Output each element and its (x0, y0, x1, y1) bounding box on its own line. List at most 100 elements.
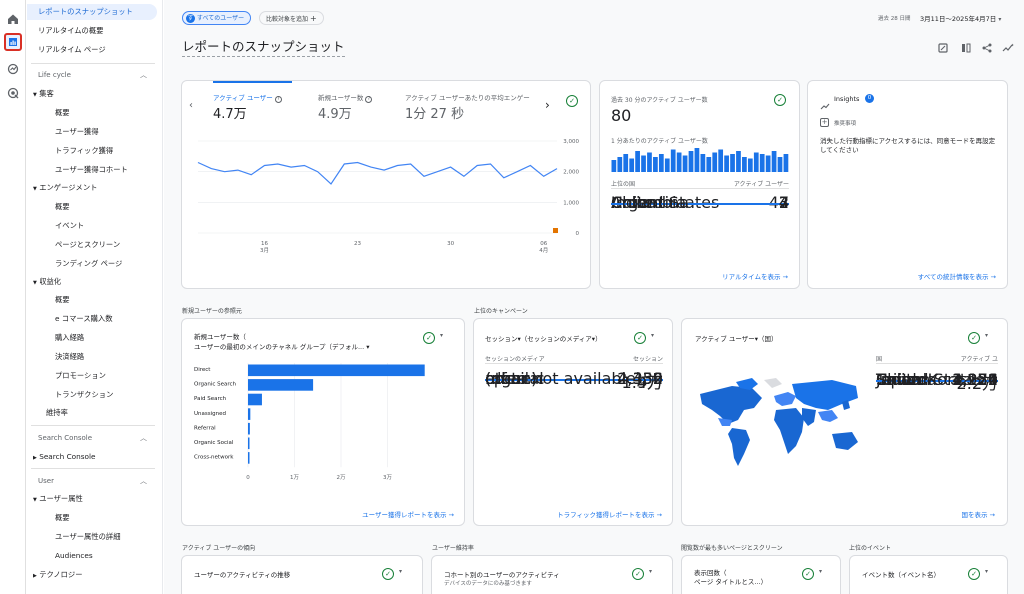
caret-down-icon[interactable]: ▾ (985, 568, 988, 575)
data-quality-check-icon[interactable]: ✓ (566, 95, 578, 107)
nav-mon-item-3[interactable]: 決済経路 (27, 349, 157, 365)
page-title-dimension[interactable]: ページ タイトルとス...） (694, 578, 767, 586)
top-events-card: イベント数（イベント名） ✓ ▾ (849, 555, 1008, 594)
home-icon[interactable] (4, 10, 22, 28)
explore-icon[interactable] (4, 60, 22, 78)
nav-acq-item-1[interactable]: ユーザー獲得 (27, 124, 157, 140)
nav-mon-item-5[interactable]: トランザクション (27, 387, 157, 403)
data-quality-check-icon[interactable]: ✓ (632, 568, 644, 580)
channel-bar[interactable] (248, 379, 314, 391)
nav-realtime-overview[interactable]: リアルタイムの概要 (27, 23, 157, 39)
nav-eng-item-2[interactable]: ページとスクリーン (27, 237, 157, 253)
nav-eng-item-1[interactable]: イベント (27, 218, 157, 234)
reports-icon[interactable] (4, 33, 22, 51)
per-minute-bar-chart (611, 148, 789, 172)
compare-columns-icon[interactable] (961, 38, 971, 53)
nav-section-search-console[interactable]: Search Console ︿ (27, 430, 157, 446)
top-pages-card: 表示回数（ ページ タイトルとス...） ✓ ▾ (681, 555, 841, 594)
share-icon[interactable] (982, 38, 992, 53)
all-users-chip[interactable]: す すべてのユーザー (182, 11, 252, 25)
chevron-left-icon[interactable]: ‹ (189, 100, 193, 111)
tab-new-users[interactable]: 新規ユーザー数 ? (318, 92, 373, 103)
channel-bar[interactable] (248, 452, 250, 464)
caret-down-icon[interactable]: ▾ (819, 568, 822, 575)
nav-mon-item-5-label: トランザクション (55, 390, 114, 399)
per-minute-bar (664, 158, 670, 172)
data-quality-check-icon[interactable]: ✓ (634, 332, 646, 344)
tab-avg-engagement[interactable]: アクティブ ユーザーあたりの平均エンゲー (405, 92, 543, 102)
arrow-right-icon: → (989, 511, 995, 519)
channel-bar[interactable] (248, 437, 250, 450)
nav-ua-item-1[interactable]: ユーザー属性の詳細 (27, 529, 157, 545)
caret-down-icon[interactable]: ▾ (649, 568, 652, 575)
nav-group-monetization[interactable]: ▼ 収益化 (27, 274, 157, 290)
sessions-medium-title[interactable]: セッション▾（セッションのメディア▾） (485, 333, 620, 343)
country-chart-title[interactable]: アクティブ ユーザー▾（国） (695, 333, 777, 343)
nav-group-technology[interactable]: ▶ テクノロジー (27, 567, 157, 583)
caret-down-icon[interactable]: ▾ (440, 332, 443, 339)
data-quality-check-icon[interactable]: ✓ (968, 568, 980, 580)
help-icon[interactable]: ? (274, 96, 282, 103)
channel-bar[interactable] (248, 422, 250, 435)
nav-report-snapshot[interactable]: レポートのスナップショット (27, 4, 157, 20)
data-quality-check-icon[interactable]: ✓ (968, 332, 980, 344)
nav-section-user[interactable]: User ︿ (27, 473, 157, 489)
channel-bar[interactable] (248, 408, 251, 420)
nav-mon-item-2[interactable]: 購入経路 (27, 330, 157, 346)
chevron-right-icon[interactable]: › (545, 98, 550, 112)
nav-mon-item-1[interactable]: e コマース購入数 (27, 311, 157, 327)
view-all-insights-link[interactable]: すべての統計情報を表示 → (918, 271, 996, 281)
nav-realtime-pages[interactable]: リアルタイム ページ (27, 42, 157, 58)
user-retention-card: コホート別のユーザーのアクティビティ デバイスのデータにのみ基づきます ✓ ▾ (431, 555, 673, 594)
nav-mon-item-3-label: 決済経路 (55, 352, 85, 361)
caret-down-icon[interactable]: ▾ (399, 568, 402, 575)
view-traffic-report-link[interactable]: トラフィック獲得レポートを表示 → (557, 509, 662, 519)
tab-active-users[interactable]: アクティブ ユーザー ? (213, 92, 282, 103)
nav-group-acquisition[interactable]: ▼ 集客 (27, 86, 157, 102)
nav-acq-item-0[interactable]: 概要 (27, 105, 157, 121)
data-quality-check-icon[interactable]: ✓ (774, 94, 786, 106)
nav-mon-item-0[interactable]: 概要 (27, 292, 157, 308)
channel-group-dimension[interactable]: ユーザーの最初のメインのチャネル グループ（デフォル... (194, 343, 364, 351)
nav-retention[interactable]: 維持率 (27, 405, 157, 421)
view-realtime-link[interactable]: リアルタイムを表示 → (722, 271, 788, 281)
nav-acq-item-2[interactable]: トラフィック獲得 (27, 143, 157, 159)
event-count-title[interactable]: イベント数（イベント名） (862, 569, 940, 579)
customize-report-icon[interactable] (938, 38, 948, 53)
nav-ua-item-0[interactable]: 概要 (27, 510, 157, 526)
per-minute-bar (747, 158, 753, 172)
channel-bar[interactable] (248, 364, 425, 377)
data-quality-check-icon[interactable]: ✓ (382, 568, 394, 580)
nav-mon-item-4[interactable]: プロモーション (27, 368, 157, 384)
view-countries-link[interactable]: 国を表示 → (961, 509, 995, 519)
caret-down-icon[interactable]: ▾ (985, 332, 988, 339)
arrow-right-icon: → (448, 511, 454, 519)
help-icon[interactable]: ? (365, 96, 373, 103)
add-comparison-button[interactable]: 比較対象を追加 + (259, 11, 324, 25)
nav-group-search-console[interactable]: ▶ Search Console (27, 449, 157, 465)
view-countries-label: 国を表示 (961, 511, 988, 519)
view-acquisition-report-link[interactable]: ユーザー獲得レポートを表示 → (362, 509, 454, 519)
nav-section-lifecycle[interactable]: Life cycle ︿ (27, 67, 157, 83)
realtime-country-table: United States 42 China 7 Argentina 4 Colombia 4… (611, 192, 789, 267)
insights-sparkline-icon[interactable] (1002, 38, 1014, 52)
per-minute-bar (742, 157, 747, 172)
channel-bar[interactable] (248, 393, 262, 406)
caret-down-icon[interactable]: ▾ (651, 332, 654, 339)
nav-eng-item-0[interactable]: 概要 (27, 199, 157, 215)
category-label: Referral (194, 425, 216, 431)
nav-ua-item-2[interactable]: Audiences (27, 548, 157, 564)
nav-group-engagement[interactable]: ▼ エンゲージメント (27, 180, 157, 196)
data-quality-check-icon[interactable]: ✓ (802, 568, 814, 580)
nav-acq-item-3[interactable]: ユーザー獲得コホート (27, 162, 157, 178)
world-map (700, 378, 858, 466)
views-title: 表示回数（ ページ タイトルとス...） (694, 569, 767, 587)
anomaly-marker[interactable] (553, 228, 558, 233)
nav-eng-item-3[interactable]: ランディング ページ (27, 256, 157, 272)
data-quality-check-icon[interactable]: ✓ (423, 332, 435, 344)
nav-group-demographics[interactable]: ▼ ユーザー属性 (27, 491, 157, 507)
date-range-picker[interactable]: 3月11日～2025年4月7日 ▾ (920, 13, 1001, 23)
consent-mode-message[interactable]: 消失した行動指標にアクセスするには、同意モードを再設定してください (820, 137, 998, 155)
view-acquisition-label: ユーザー獲得レポートを表示 (362, 511, 447, 519)
advertising-icon[interactable] (4, 84, 22, 102)
